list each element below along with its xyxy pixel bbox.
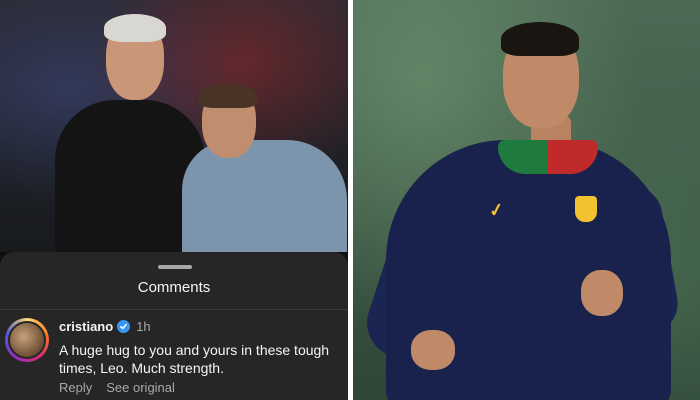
comment-actions: Reply See original <box>59 380 175 395</box>
comment-header: cristiano 1h <box>59 319 151 334</box>
comment-username[interactable]: cristiano <box>59 319 113 334</box>
comment-text: A huge hug to you and yours in these tou… <box>59 342 330 376</box>
player-photo: ✓ <box>353 0 700 400</box>
post-photo <box>0 0 348 252</box>
crest-icon <box>575 196 597 222</box>
person-right-hair <box>199 84 257 108</box>
left-panel: Comments cristiano 1h A huge hug to you … <box>0 0 348 400</box>
verified-badge-icon <box>117 320 131 333</box>
comments-title: Comments <box>137 279 211 296</box>
reply-button[interactable]: Reply <box>59 380 92 395</box>
player-hair <box>501 22 579 56</box>
player-hand-right <box>581 270 623 316</box>
person-left-hair <box>104 14 166 42</box>
player-collar <box>498 140 598 174</box>
comment-timestamp: 1h <box>136 319 151 334</box>
drag-handle-icon[interactable] <box>158 265 192 269</box>
divider <box>0 309 348 310</box>
avatar-image <box>8 321 46 359</box>
see-original-button[interactable]: See original <box>106 380 175 395</box>
player-hand-left <box>411 330 455 370</box>
avatar[interactable] <box>5 318 49 362</box>
comments-sheet: Comments cristiano 1h A huge hug to you … <box>0 252 348 400</box>
person-right-body <box>182 140 347 252</box>
